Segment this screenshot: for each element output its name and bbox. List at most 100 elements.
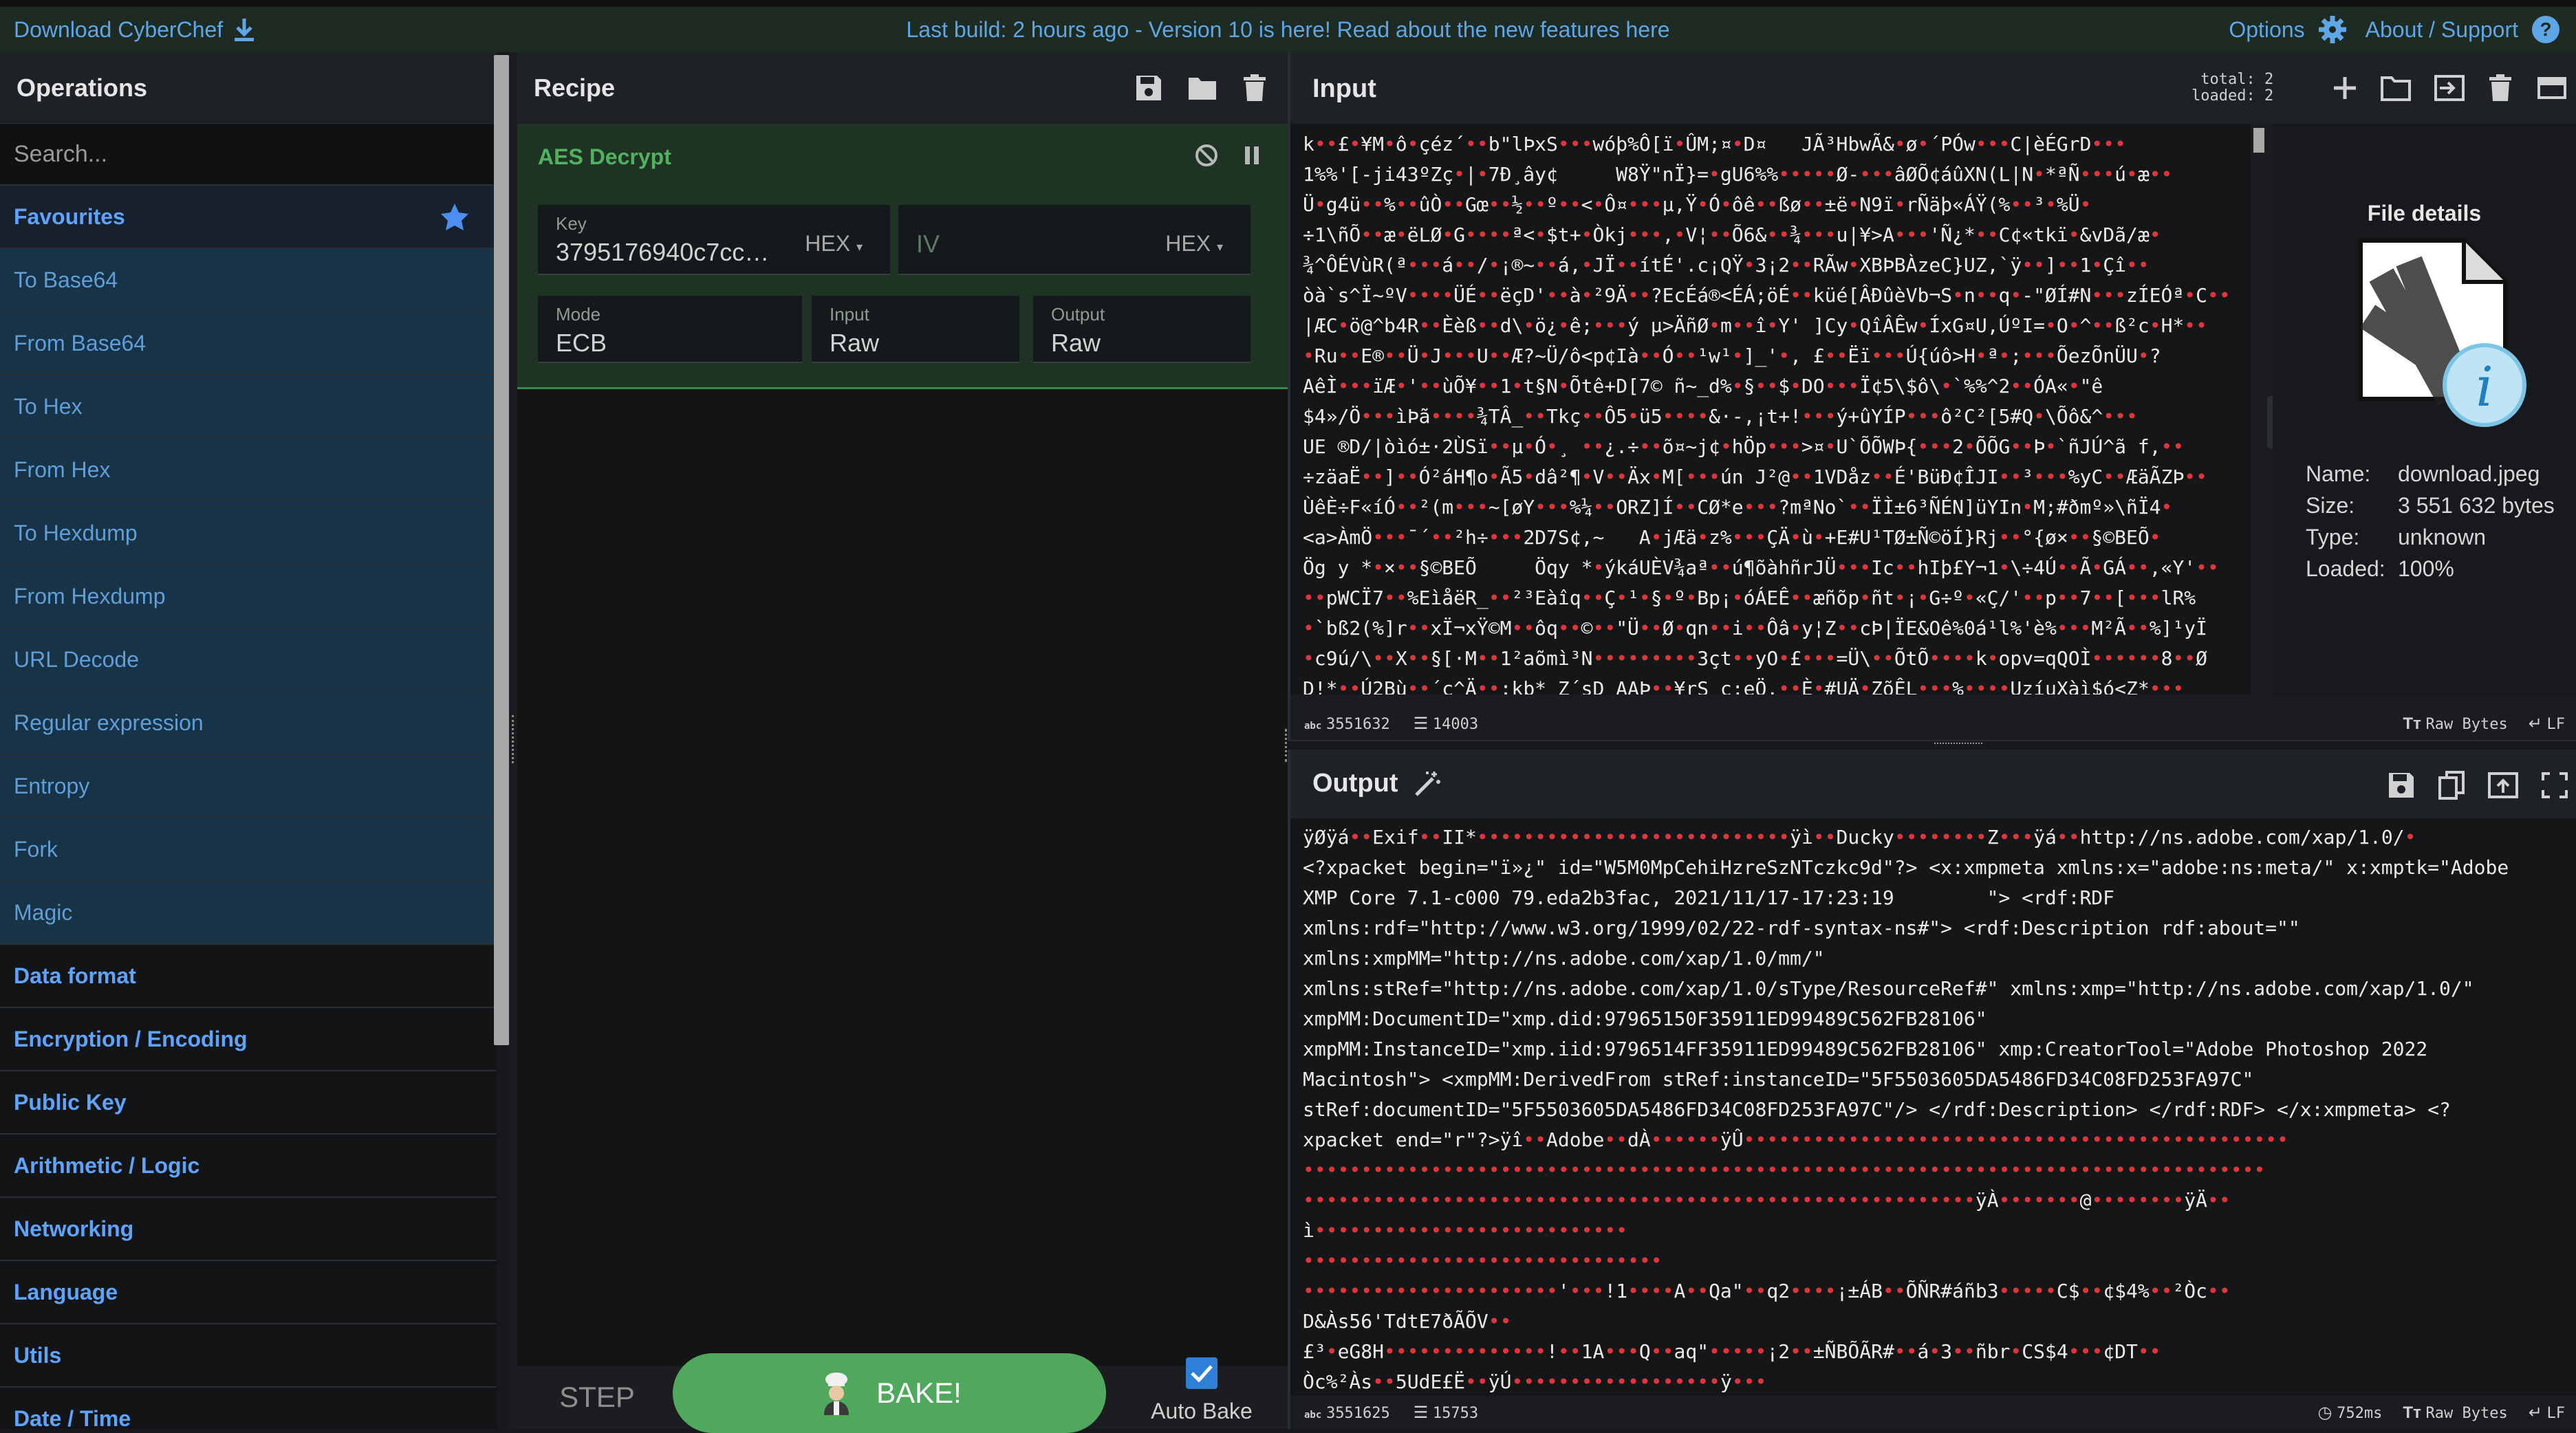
iv-placeholder[interactable]: IV [916, 230, 940, 259]
options-link[interactable]: Options [2229, 17, 2304, 43]
key-field[interactable]: Key 3795176940c7cc… HEX ▾ [538, 205, 890, 275]
trash-icon[interactable] [1242, 74, 1267, 102]
op-from-hex[interactable]: From Hex [0, 439, 497, 502]
open-folder-icon[interactable] [2381, 75, 2411, 101]
category-data-format[interactable]: Data format [0, 945, 497, 1008]
category-utils[interactable]: Utils [0, 1324, 497, 1388]
op-entropy[interactable]: Entropy [0, 755, 497, 818]
category-arithmetic-logic[interactable]: Arithmetic / Logic [0, 1135, 497, 1198]
add-input-icon[interactable] [2333, 76, 2357, 100]
op-fork[interactable]: Fork [0, 818, 497, 882]
output-line: D&Às56'TdtE7ðÃÕV•• [1303, 1310, 1512, 1333]
download-cyberchef-link[interactable]: Download CyberChef [14, 17, 223, 43]
key-label: Key [556, 213, 587, 234]
input-scrollbar[interactable] [2253, 128, 2264, 153]
output-eol[interactable]: ↵ LF [2529, 1403, 2565, 1423]
file-type-label: Type: [2306, 525, 2360, 549]
replace-input-icon[interactable] [2488, 772, 2518, 798]
io-divider[interactable] [1288, 740, 2576, 750]
op-url-decode[interactable]: URL Decode [0, 628, 497, 692]
output-textarea[interactable]: ÿØÿá••Exif••II*•••••••••••••••••••••••••… [1290, 818, 2576, 1396]
key-format-dropdown[interactable]: HEX ▾ [805, 231, 863, 256]
output-title: Output [1312, 769, 1398, 798]
op-from-hexdump[interactable]: From Hexdump [0, 565, 497, 628]
category-date-time[interactable]: Date / Time [0, 1388, 497, 1429]
category-networking[interactable]: Networking [0, 1198, 497, 1261]
bake-button[interactable]: BAKE! [673, 1353, 1106, 1433]
input-textarea[interactable]: k••£•¥M•ô•çéz´••b"lÞxS•••wóþ%Ô[ï•ÛM;¤•D¤… [1290, 124, 2251, 694]
output-encoding[interactable]: Tт Raw Bytes [2403, 1403, 2507, 1423]
release-notes-link[interactable]: here [1625, 17, 1669, 42]
operations-search-input[interactable]: Search... [0, 124, 497, 186]
aes-decrypt-operation[interactable]: AES Decrypt Key 3795176940c7cc… HEX ▾ IV… [517, 124, 1288, 389]
key-value[interactable]: 3795176940c7cc… [556, 238, 776, 267]
op-to-hexdump[interactable]: To Hexdump [0, 502, 497, 565]
category-favourites[interactable]: Favourites [0, 186, 497, 249]
text-length-icon: abc [1304, 1409, 1322, 1421]
output-line: xmpMM:DocumentID="xmp.did:97965150F35911… [1303, 1007, 1987, 1030]
input-line: 1%%'[-ji43ºZç•|•7Ð¸ây¢ W8Ÿ"nÏ}=•gU6%%•••… [1303, 163, 2173, 186]
op-to-hex[interactable]: To Hex [0, 375, 497, 439]
text-format-icon: Tт [2403, 1403, 2421, 1422]
mode-select[interactable]: Mode ECB [538, 296, 802, 363]
op-regular-expression[interactable]: Regular expression [0, 692, 497, 755]
save-output-icon[interactable] [2388, 772, 2415, 799]
magic-wand-icon[interactable] [1414, 770, 1441, 798]
top-banner: Download CyberChef Last build: 2 hours a… [0, 0, 2576, 52]
op-from-base64[interactable]: From Base64 [0, 312, 497, 375]
category-language[interactable]: Language [0, 1261, 497, 1324]
recipe-title: Recipe [534, 74, 616, 102]
text-length-icon: abc [1304, 720, 1322, 732]
input-encoding-value: Raw Bytes [2425, 715, 2508, 733]
output-line: xmlns:stRef="http://ns.adobe.com/xap/1.0… [1303, 977, 2474, 1000]
output-line: XMP Core 7.1-c000 79.eda2b3fac, 2021/11/… [1303, 886, 2115, 909]
caret-down-icon: ▾ [856, 240, 863, 254]
open-file-icon[interactable] [2434, 75, 2465, 101]
auto-bake-checkbox[interactable]: Auto Bake [1150, 1357, 1253, 1433]
input-format-select[interactable]: Input Raw [812, 296, 1019, 363]
star-icon[interactable] [440, 203, 469, 230]
clear-input-icon[interactable] [2488, 74, 2513, 102]
step-button[interactable]: STEP [556, 1366, 638, 1429]
output-line: Macintosh"> <xmpMM:DerivedFrom stRef:ins… [1303, 1068, 2254, 1091]
lines-icon: ☰ [1413, 1403, 1429, 1422]
operations-scrollbar[interactable] [494, 55, 509, 1045]
input-line: •c9ú/\••X••§[·M••1²aõmì³N•••••••••3çt••y… [1303, 647, 2207, 670]
input-line: ÷zäaË••]••Ó²áH¶o•Ã5•dâ²¶•V••Äx•M[•••ún J… [1303, 466, 2208, 488]
checkbox-checked-icon[interactable] [1186, 1357, 1217, 1389]
input-line: ÙêÈ÷F«íÓ••²(m•••~[øY•••%¼••ORZ]Í••CØ*e••… [1303, 496, 2173, 518]
copy-icon[interactable] [2438, 771, 2465, 800]
input-line: $4»/Ö•••ìÞã••••¾TÂ_••Tkç••Ô5•ü5••••&·-,¡… [1303, 405, 2138, 428]
iv-field[interactable]: IV HEX ▾ [898, 205, 1251, 275]
recipe-dropzone[interactable] [517, 389, 1288, 1366]
output-panel: Output ÿØÿá••Exif••II*••••••••••••••••••… [1288, 750, 2576, 1429]
maximise-icon[interactable] [2542, 772, 2568, 798]
category-public-key[interactable]: Public Key [0, 1071, 497, 1135]
lines-icon: ☰ [1413, 714, 1429, 733]
output-header: Output [1290, 750, 2576, 818]
input-encoding[interactable]: Tт Raw Bytes [2403, 714, 2507, 734]
save-icon[interactable] [1135, 74, 1162, 102]
op-magic[interactable]: Magic [0, 882, 497, 945]
pause-icon[interactable] [1244, 145, 1260, 166]
input-length-value: 3551632 [1325, 715, 1390, 733]
layout-icon[interactable] [2536, 76, 2568, 100]
category-encryption-encoding[interactable]: Encryption / Encoding [0, 1008, 497, 1071]
op-to-base64[interactable]: To Base64 [0, 249, 497, 312]
drag-handle-icon[interactable] [1934, 743, 1982, 747]
gear-icon[interactable] [2317, 14, 2348, 45]
iv-format-dropdown[interactable]: HEX ▾ [1165, 231, 1223, 256]
disable-icon[interactable] [1194, 143, 1219, 168]
file-details-rows: Name: download.jpeg Size: 3 551 632 bytes … [2306, 458, 2555, 584]
iv-format-value: HEX [1165, 231, 1211, 256]
return-icon: ↵ [2528, 1403, 2542, 1422]
download-icon[interactable] [232, 17, 256, 42]
about-support-link[interactable]: About / Support [2366, 17, 2518, 43]
output-format-select[interactable]: Output Raw [1033, 296, 1251, 363]
mode-label: Mode [556, 304, 601, 325]
file-icon: i [2340, 234, 2533, 433]
folder-icon[interactable] [1187, 75, 1217, 101]
input-eol[interactable]: ↵ LF [2529, 714, 2565, 734]
help-icon[interactable]: ? [2531, 14, 2561, 45]
input-format-label: Input [830, 304, 869, 325]
